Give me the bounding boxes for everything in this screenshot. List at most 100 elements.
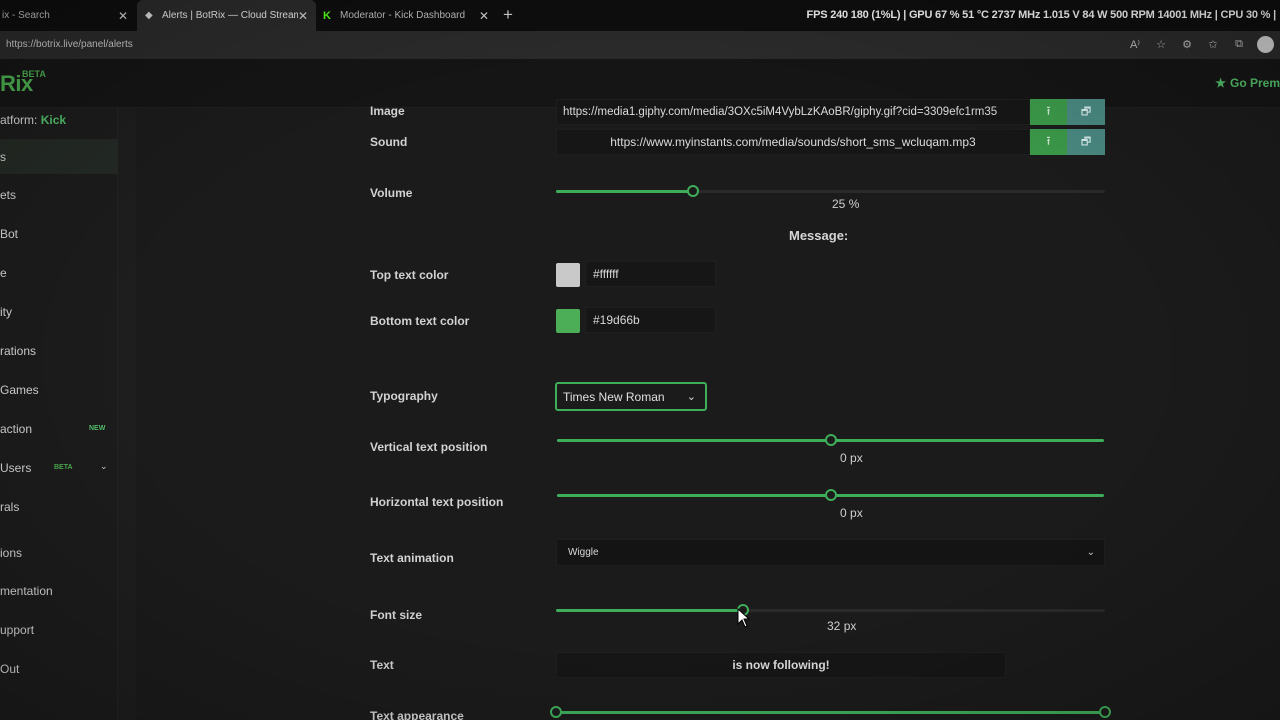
image-gallery-button[interactable]: 🗗	[1067, 99, 1105, 125]
text-label: Text	[370, 658, 394, 672]
sidebar-item-action[interactable]: action	[0, 422, 32, 436]
bottom-text-color-input[interactable]: #19d66b	[585, 307, 716, 333]
beta-badge: BETA	[54, 464, 73, 471]
collections-icon[interactable]: ⧉	[1231, 37, 1247, 53]
sidebar-item-documentation[interactable]: mentation	[0, 584, 53, 598]
active-nav-highlight	[0, 139, 118, 174]
image-url-input[interactable]: https://media1.giphy.com/media/3OXc5iM4V…	[556, 99, 1030, 125]
browser-toolbar: A⁾ ☆ ⚙ ✩ ⧉	[1127, 36, 1274, 53]
beta-badge: BETA	[22, 69, 46, 79]
vertical-position-label: Vertical text position	[370, 440, 488, 454]
typography-label: Typography	[370, 389, 438, 403]
sidebar: atform: Kick s ets Bot e ity rations Gam…	[0, 108, 118, 720]
sound-gallery-button[interactable]: 🗗	[1067, 129, 1105, 155]
sidebar-item-e[interactable]: e	[0, 266, 7, 280]
volume-label: Volume	[370, 186, 413, 200]
mouse-cursor-icon	[737, 608, 751, 628]
main-content	[136, 108, 1280, 720]
volume-slider[interactable]	[556, 185, 1105, 197]
sidebar-divider	[118, 108, 136, 720]
sidebar-item-games[interactable]: Games	[0, 383, 39, 397]
sidebar-item-users[interactable]: Users	[0, 461, 31, 475]
font-size-slider-fill	[556, 609, 743, 612]
horizontal-position-number: 0	[840, 506, 847, 520]
text-appearance-start-thumb[interactable]	[550, 706, 562, 718]
platform-value: Kick	[40, 113, 67, 127]
sound-label: Sound	[370, 135, 408, 149]
font-size-unit: px	[843, 619, 857, 633]
horizontal-position-slider[interactable]	[557, 489, 1104, 501]
volume-number: 25	[832, 197, 846, 211]
chevron-down-icon[interactable]: ⌄	[100, 461, 108, 472]
upload-icon: ⭱	[1046, 133, 1051, 148]
url-field[interactable]: https://botrix.live/panel/alerts	[6, 39, 133, 50]
font-size-value: 32 px	[827, 619, 856, 633]
extensions-icon[interactable]: ⚙	[1179, 37, 1195, 53]
tab-title: ix - Search	[2, 10, 50, 21]
browser-tab-strip: ix - Search ✕ ◆ Alerts | BotRix — Cloud …	[0, 0, 1280, 31]
go-premium-label: Go Prem	[1229, 76, 1280, 90]
vertical-position-value: 0 px	[840, 451, 863, 465]
text-appearance-range-slider[interactable]	[550, 706, 1111, 718]
sidebar-item-alerts[interactable]: s	[0, 150, 6, 164]
text-appearance-label: Text appearance	[370, 709, 464, 720]
read-aloud-icon[interactable]: A⁾	[1127, 37, 1143, 53]
kick-favicon-icon: K	[323, 9, 331, 22]
text-appearance-slider-fill	[556, 711, 1105, 714]
sidebar-item-referrals[interactable]: rals	[0, 500, 19, 514]
upload-icon: ⭱	[1046, 103, 1051, 118]
top-text-color-swatch[interactable]	[556, 263, 580, 287]
tab-title: Moderator - Kick Dashboard	[340, 10, 466, 21]
close-tab-icon[interactable]: ✕	[118, 9, 128, 23]
new-tab-button[interactable]: +	[503, 5, 513, 25]
gallery-icon: 🗗	[1080, 135, 1092, 148]
sidebar-item-integrations[interactable]: rations	[0, 344, 36, 358]
sidebar-item-subscriptions[interactable]: ions	[0, 546, 22, 560]
chevron-down-icon: ⌄	[1086, 547, 1095, 558]
horizontal-position-slider-thumb[interactable]	[824, 489, 837, 501]
browser-tab-search[interactable]: ix - Search ✕	[0, 0, 136, 31]
favorites-icon[interactable]: ✩	[1205, 37, 1221, 53]
typography-select[interactable]: Times New Roman ⌄	[555, 382, 707, 411]
vertical-position-number: 0	[840, 451, 847, 465]
botrix-favicon-icon: ◆	[145, 9, 153, 21]
sound-upload-button[interactable]: ⭱	[1030, 129, 1067, 155]
sidebar-item-ity[interactable]: ity	[0, 305, 12, 319]
horizontal-position-value: 0 px	[840, 506, 863, 520]
top-text-color-input[interactable]: #ffffff	[585, 261, 716, 287]
sidebar-item-support[interactable]: upport	[0, 623, 34, 637]
sidebar-item-bot[interactable]: Bot	[0, 227, 18, 241]
favorite-star-icon[interactable]: ☆	[1153, 37, 1169, 53]
font-size-label: Font size	[370, 608, 423, 622]
browser-tab-kick-dashboard[interactable]: K Moderator - Kick Dashboard ✕	[317, 0, 497, 31]
address-bar: https://botrix.live/panel/alerts A⁾ ☆ ⚙ …	[0, 31, 1280, 59]
browser-tab-alerts[interactable]: ◆ Alerts | BotRix — Cloud Streaming ✕	[137, 0, 316, 31]
bottom-text-color-swatch[interactable]	[556, 309, 580, 333]
image-label: Image	[370, 104, 405, 118]
volume-unit: %	[848, 197, 860, 211]
top-text-color-label: Top text color	[370, 268, 449, 282]
sidebar-item-logout[interactable]: Out	[0, 662, 19, 676]
vertical-position-slider-thumb[interactable]	[824, 434, 837, 446]
text-animation-label: Text animation	[370, 551, 454, 565]
bottom-text-color-label: Bottom text color	[370, 314, 470, 328]
font-size-number: 32	[827, 619, 841, 633]
font-size-slider[interactable]	[556, 604, 1105, 616]
profile-avatar[interactable]	[1257, 36, 1274, 53]
horizontal-position-label: Horizontal text position	[370, 495, 504, 509]
sidebar-item-widgets[interactable]: ets	[0, 188, 16, 202]
text-appearance-end-thumb[interactable]	[1099, 706, 1111, 718]
text-animation-select[interactable]: Wiggle ⌄	[556, 539, 1105, 566]
go-premium-button[interactable]: ★ Go Prem	[1215, 76, 1280, 90]
close-tab-icon[interactable]: ✕	[298, 9, 308, 23]
message-heading: Message:	[789, 228, 849, 243]
alert-text-input[interactable]: is now following!	[556, 652, 1006, 678]
close-tab-icon[interactable]: ✕	[479, 9, 489, 23]
vertical-position-slider[interactable]	[557, 434, 1104, 446]
gallery-icon: 🗗	[1080, 105, 1092, 118]
sound-url-input[interactable]: https://www.myinstants.com/media/sounds/…	[556, 129, 1030, 155]
platform-label: atform:	[0, 113, 38, 127]
star-icon: ★	[1215, 76, 1226, 90]
volume-value: 25 %	[832, 197, 859, 211]
image-upload-button[interactable]: ⭱	[1030, 99, 1067, 125]
